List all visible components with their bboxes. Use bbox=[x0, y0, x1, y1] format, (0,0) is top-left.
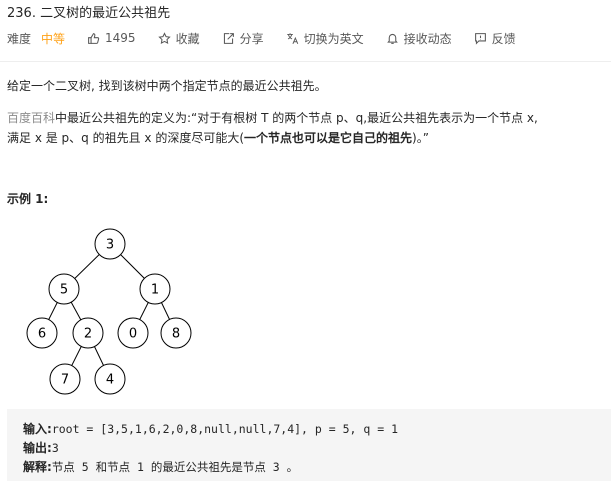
favorite-label: 收藏 bbox=[175, 31, 200, 46]
like-button[interactable]: 1495 bbox=[87, 31, 136, 45]
switch-language-button[interactable]: 切换为英文 bbox=[286, 30, 364, 47]
tree-node: 8 bbox=[160, 317, 192, 349]
explain-value: 节点 5 和节点 1 的最近公共祖先是节点 3 。 bbox=[51, 460, 299, 474]
definition-bold-text: 一个节点也可以是它自己的祖先 bbox=[244, 131, 413, 145]
difficulty-badge: 中等 bbox=[41, 31, 66, 46]
tree-node: 1 bbox=[139, 273, 171, 305]
tree-node: 6 bbox=[26, 317, 58, 349]
explain-label: 解释: bbox=[23, 460, 52, 474]
feedback-icon bbox=[474, 32, 486, 45]
favorite-button[interactable]: 收藏 bbox=[157, 30, 200, 47]
input-value: root = [3,5,1,6,2,0,8,null,null,7,4], p … bbox=[51, 422, 398, 436]
tree-node-label: 2 bbox=[84, 327, 92, 342]
share-label: 分享 bbox=[239, 31, 264, 46]
translate-icon bbox=[286, 32, 298, 44]
notify-label: 接收动态 bbox=[403, 31, 452, 46]
tree-node-label: 6 bbox=[38, 327, 46, 342]
baidu-baike-link[interactable]: 百度百科 bbox=[7, 111, 55, 125]
bell-icon bbox=[386, 33, 398, 44]
switch-language-label: 切换为英文 bbox=[303, 31, 364, 46]
tree-node-label: 0 bbox=[129, 327, 137, 342]
example-title: 示例 1: bbox=[7, 192, 49, 206]
problem-meta-bar: 难度 中等 1495 收藏 分享 切换为英文 接收动态 反馈 bbox=[7, 29, 538, 47]
tree-node: 0 bbox=[117, 317, 149, 349]
tree-node: 3 bbox=[94, 228, 126, 260]
tree-node-label: 7 bbox=[61, 373, 69, 388]
description-paragraph-2: 百度百科中最近公共祖先的定义为:“对于有根树 T 的两个节点 p、q,最近公共祖… bbox=[7, 108, 607, 148]
output-value: 3 bbox=[51, 441, 59, 455]
feedback-label: 反馈 bbox=[491, 31, 516, 46]
input-label: 输入: bbox=[23, 422, 52, 436]
header-divider bbox=[0, 61, 611, 62]
feedback-button[interactable]: 反馈 bbox=[474, 30, 516, 47]
tree-node-label: 5 bbox=[60, 283, 68, 298]
thumbs-up-icon bbox=[88, 32, 100, 44]
tree-node-label: 8 bbox=[172, 327, 180, 342]
binary-tree-diagram: 3 5 1 6 2 0 8 7 4 bbox=[26, 228, 192, 395]
tree-node-label: 1 bbox=[151, 283, 159, 298]
star-icon bbox=[157, 31, 171, 44]
definition-text-c: )。” bbox=[412, 131, 429, 145]
tree-node: 7 bbox=[49, 363, 81, 395]
notify-button[interactable]: 接收动态 bbox=[386, 30, 452, 47]
example-explain-line: 解释:节点 5 和节点 1 的最近公共祖先是节点 3 。 bbox=[23, 458, 611, 477]
tree-node: 2 bbox=[72, 317, 104, 349]
share-button[interactable]: 分享 bbox=[222, 30, 264, 47]
example-output-line: 输出:3 bbox=[23, 439, 611, 458]
share-icon bbox=[223, 32, 234, 44]
tree-node-label: 4 bbox=[106, 373, 114, 388]
description-paragraph-1: 给定一个二叉树, 找到该树中两个指定节点的最近公共祖先。 bbox=[7, 79, 327, 93]
problem-title: 236. 二叉树的最近公共祖先 bbox=[7, 6, 171, 21]
tree-node: 4 bbox=[94, 363, 126, 395]
tree-node-label: 3 bbox=[106, 238, 114, 253]
definition-text-b: 满足 x 是 p、q 的祖先且 x 的深度尽可能大( bbox=[7, 131, 245, 145]
example-io-block: 输入:root = [3,5,1,6,2,0,8,null,null,7,4],… bbox=[7, 409, 611, 481]
like-count: 1495 bbox=[105, 31, 136, 45]
output-label: 输出: bbox=[23, 441, 52, 455]
example-input-line: 输入:root = [3,5,1,6,2,0,8,null,null,7,4],… bbox=[23, 420, 611, 439]
definition-text-a: 中最近公共祖先的定义为:“对于有根树 T 的两个节点 p、q,最近公共祖先表示为… bbox=[55, 111, 538, 125]
difficulty-label: 难度 bbox=[7, 31, 32, 46]
tree-node: 5 bbox=[48, 273, 80, 305]
